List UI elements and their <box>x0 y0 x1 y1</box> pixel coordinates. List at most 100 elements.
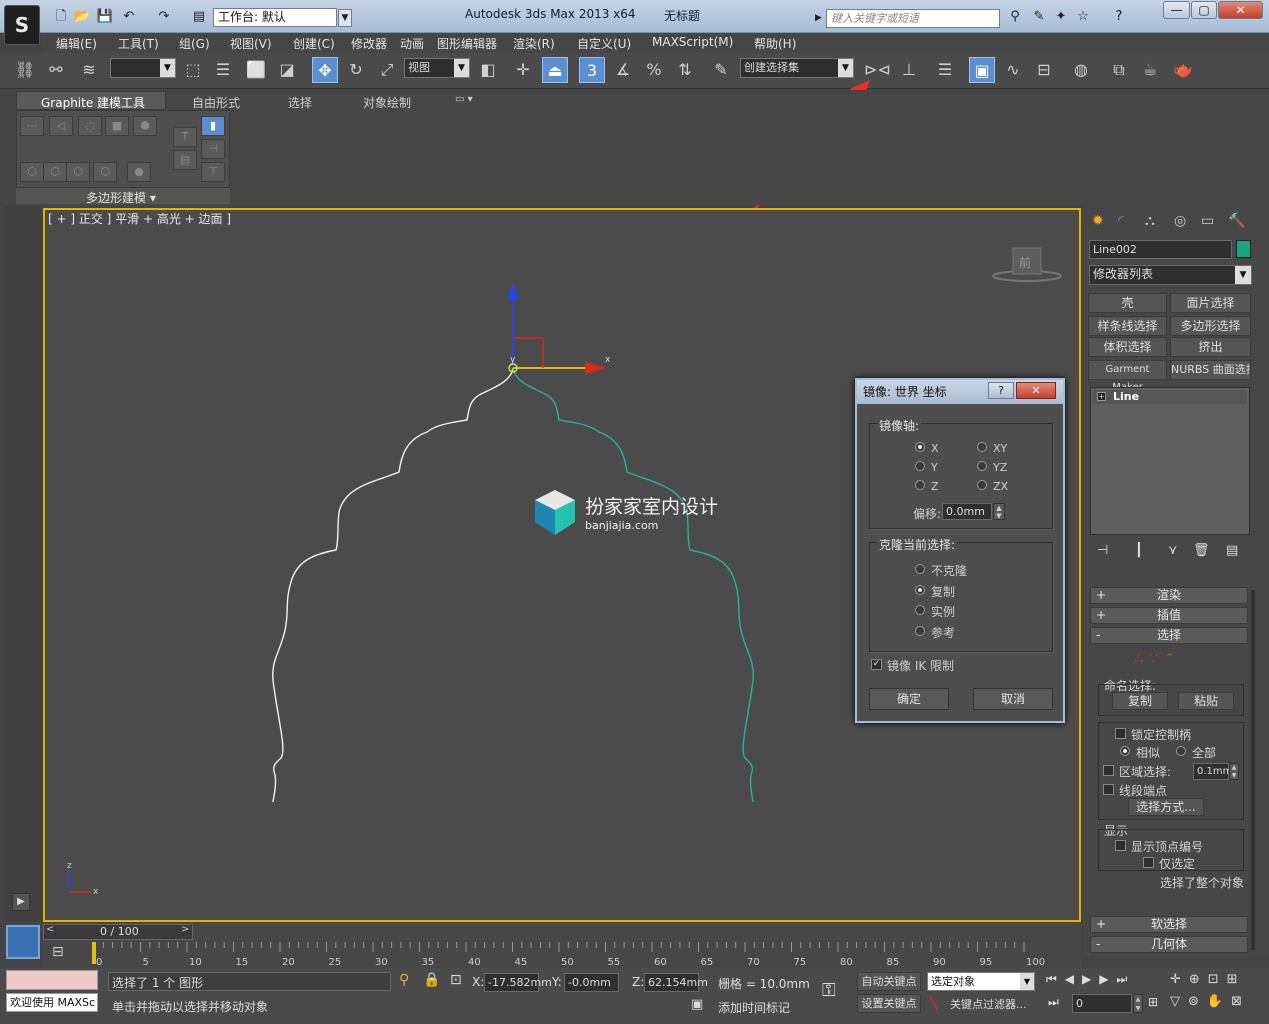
select-and-move-icon[interactable]: ✥ <box>312 57 338 83</box>
angle-snap-icon[interactable]: ∡ <box>610 57 636 83</box>
show-end-result-icon[interactable]: ┃ <box>1135 543 1143 558</box>
segment-end-checkbox[interactable] <box>1103 784 1114 795</box>
time-tag-icon[interactable]: ▣ <box>691 997 703 1012</box>
graphite-toggle-icon[interactable]: ▣ <box>969 57 995 83</box>
tab-graphite[interactable]: Graphite 建模工具 <box>41 94 145 111</box>
ribbon-tool-icon[interactable]: T <box>173 127 197 147</box>
y-coordinate-input[interactable]: -0.0mm <box>564 973 619 992</box>
dialog-help-button[interactable]: ? <box>988 382 1014 399</box>
menu-rendering[interactable]: 渲染(R) <box>513 35 555 52</box>
material-editor-icon[interactable]: ◍ <box>1068 57 1094 83</box>
area-selection-input[interactable]: 0.1mm <box>1193 763 1232 780</box>
gizmo-y-arrow-icon[interactable] <box>507 282 519 300</box>
select-and-scale-icon[interactable]: ⤢ <box>374 57 400 83</box>
redo-icon[interactable]: ↷ <box>155 9 173 25</box>
search-expand-icon[interactable]: ▶ <box>815 9 825 28</box>
rectangle-selection-icon[interactable]: ⬜ <box>243 57 269 83</box>
hierarchy-tab-icon[interactable]: ⛬ <box>1145 213 1155 229</box>
menu-edit[interactable]: 编辑(E) <box>56 35 97 52</box>
modifier-shell-button[interactable]: 壳 <box>1088 293 1167 313</box>
subscription-icon[interactable]: ✎ <box>1030 9 1048 25</box>
modifier-nurbs-surface-select-button[interactable]: NURBS 曲面选择 <box>1170 360 1251 380</box>
axis-xy-radio[interactable] <box>977 442 987 452</box>
ribbon-tool-icon[interactable]: ⬢ <box>133 116 157 136</box>
modify-tab-icon[interactable]: ◜ <box>1118 213 1123 229</box>
show-vertex-numbers-checkbox[interactable] <box>1115 840 1126 851</box>
absolute-mode-icon[interactable]: ⊡ <box>450 972 462 988</box>
instance-radio[interactable] <box>915 605 925 615</box>
command-panel-scrollbar[interactable] <box>1251 590 1255 950</box>
window-crossing-icon[interactable]: ◪ <box>274 57 300 83</box>
workspace-dropdown-arrow-icon[interactable]: ▼ <box>338 9 352 27</box>
unlink-icon[interactable]: ⚯ <box>43 57 69 83</box>
maxscript-listener-mini[interactable] <box>6 970 98 990</box>
viewport-navigation-icons[interactable]: ✛⊕⊡⊞ <box>1170 972 1246 987</box>
key-target-dropdown[interactable]: 选定对象 ▼ <box>927 972 1035 991</box>
menu-group[interactable]: 组(G) <box>179 35 210 52</box>
copy-button[interactable]: 复制 <box>1112 692 1168 710</box>
snaps-toggle-icon[interactable]: 3 <box>579 57 605 83</box>
axis-z-radio[interactable] <box>915 480 925 490</box>
modifier-spline-select-button[interactable]: 样条线选择 <box>1088 316 1167 336</box>
current-frame-marker[interactable] <box>92 942 96 964</box>
viewcube-label[interactable]: 前 <box>1019 255 1031 270</box>
link-icon[interactable]: ⛓ <box>12 57 38 83</box>
add-time-tag[interactable]: 添加时间标记 <box>718 999 790 1016</box>
auto-key-button[interactable]: 自动关键点 <box>857 972 921 991</box>
modifier-patch-select-button[interactable]: 面片选择 <box>1170 293 1251 313</box>
polygon-modeling-dropdown[interactable]: 多边形建模 ▾ <box>86 189 156 206</box>
axis-x-radio[interactable] <box>915 442 925 452</box>
expand-icon[interactable]: + <box>1097 392 1106 401</box>
menu-graph-editors[interactable]: 图形编辑器 <box>437 35 497 52</box>
open-file-icon[interactable]: 📂 <box>73 9 91 25</box>
key-filters-button[interactable]: 关键点过滤器... <box>950 996 1027 1012</box>
object-color-swatch[interactable] <box>1236 240 1251 258</box>
tab-freeform[interactable]: 自由形式 <box>192 94 240 111</box>
close-button[interactable]: ✕ <box>1218 1 1263 19</box>
paste-button[interactable]: 粘贴 <box>1178 692 1234 710</box>
pivot-center-icon[interactable]: ◧ <box>475 57 501 83</box>
selection-filter-dropdown[interactable]: ▼ <box>110 58 176 78</box>
ok-button[interactable]: 确定 <box>869 688 949 710</box>
all-radio[interactable] <box>1176 746 1186 756</box>
area-spinner-icon[interactable]: ▲ ▼ <box>1229 763 1239 780</box>
mirror-ik-checkbox[interactable]: ✓ <box>871 659 882 670</box>
key-mode-toggle-icon[interactable]: ⏭ <box>1048 995 1059 1010</box>
isolate-selection-icon[interactable]: ⚲ <box>399 972 409 988</box>
help-icon[interactable]: ? <box>1110 9 1128 25</box>
viewport-layout-icon[interactable] <box>6 925 40 959</box>
schematic-view-icon[interactable]: ⊟ <box>1031 57 1057 83</box>
render-setup-icon[interactable]: ⧉ <box>1106 57 1132 83</box>
ribbon-tool-icon[interactable]: ▤ <box>173 150 197 170</box>
no-clone-radio[interactable] <box>915 564 925 574</box>
selected-only-checkbox[interactable] <box>1143 857 1154 868</box>
axis-zx-radio[interactable] <box>977 480 987 490</box>
set-key-button[interactable]: 设置关键点 <box>857 994 921 1013</box>
select-and-rotate-icon[interactable]: ↻ <box>343 57 369 83</box>
gizmo-plane-handle[interactable] <box>513 337 544 368</box>
selection-lock-icon[interactable]: 🔒 <box>423 972 440 988</box>
tab-object-paint[interactable]: 对象绘制 <box>363 94 411 111</box>
communication-icon[interactable]: ✦ <box>1052 9 1070 25</box>
ribbon-tool-icon[interactable]: ⬡ <box>93 162 117 182</box>
gizmo-x-arrow-icon[interactable] <box>585 362 607 374</box>
reference-radio[interactable] <box>915 626 925 636</box>
axis-y-radio[interactable] <box>915 461 925 471</box>
rollout-soft-selection[interactable]: + 软选择 <box>1090 916 1248 933</box>
maximize-button[interactable]: ▢ <box>1191 1 1217 19</box>
select-by-name-icon[interactable]: ☰ <box>210 57 236 83</box>
select-manipulate-icon[interactable]: ✛ <box>510 57 536 83</box>
menu-tools[interactable]: 工具(T) <box>118 35 159 52</box>
bind-space-warp-icon[interactable]: ≋ <box>76 57 102 83</box>
menu-modifiers[interactable]: 修改器 <box>351 35 387 52</box>
configure-modifier-sets-icon[interactable]: ▤ <box>1226 543 1238 558</box>
select-by-button[interactable]: 选择方式... <box>1128 798 1204 816</box>
rollout-selection[interactable]: - 选择 <box>1090 627 1248 644</box>
modifier-vol-select-button[interactable]: 体积选择 <box>1088 337 1167 357</box>
save-icon[interactable]: 💾 <box>96 9 114 25</box>
maxscript-output[interactable]: 欢迎使用 MAXSc <box>6 993 98 1012</box>
reference-coordinate-dropdown[interactable]: 视图 ▼ <box>404 58 470 78</box>
ribbon-tool-icon[interactable]: ⋯ <box>20 116 44 136</box>
track-bar-icon[interactable]: ⊟ <box>52 944 64 960</box>
menu-help[interactable]: 帮助(H) <box>754 35 796 52</box>
